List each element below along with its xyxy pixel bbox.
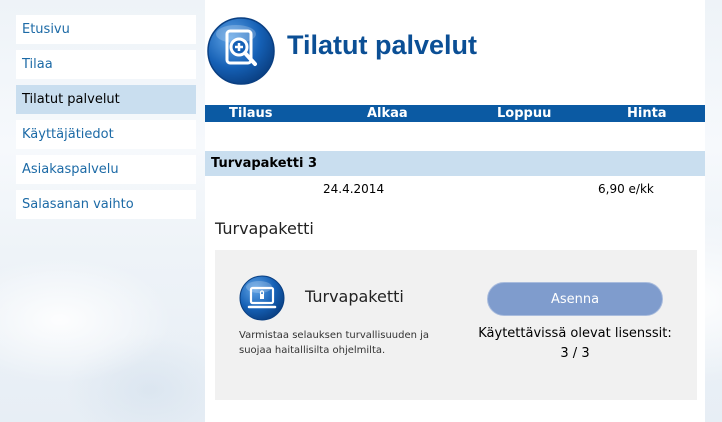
page-title: Tilatut palvelut (287, 30, 478, 60)
sidebar-item-kayttajatiedot[interactable]: Käyttäjätiedot (16, 120, 196, 149)
order-title: Turvapaketti 3 (205, 151, 705, 176)
sidebar-item-tilaa[interactable]: Tilaa (16, 50, 196, 79)
column-header-hinta: Hinta (627, 106, 667, 121)
sidebar-item-salasanan-vaihto[interactable]: Salasanan vaihto (16, 190, 196, 219)
magnify-plus-icon (207, 17, 275, 85)
table-header: Tilaus Alkaa Loppuu Hinta (205, 105, 705, 122)
sidebar-item-etusivu[interactable]: Etusivu (16, 15, 196, 44)
main-content: Tilatut palvelut Tilaus Alkaa Loppuu Hin… (205, 0, 705, 422)
product-description: Varmistaa selauksen turvallisuuden ja su… (239, 330, 430, 356)
order-price: 6,90 e/kk (598, 182, 654, 196)
column-header-tilaus: Tilaus (229, 106, 273, 121)
product-name: Turvapaketti (305, 287, 404, 306)
sidebar-item-asiakaspalvelu[interactable]: Asiakaspalvelu (16, 155, 196, 184)
column-header-loppuu: Loppuu (497, 106, 552, 121)
sidebar-nav: Etusivu Tilaa Tilatut palvelut Käyttäjät… (16, 15, 196, 225)
order-start-date: 24.4.2014 (323, 182, 385, 196)
product-card: Turvapaketti Varmistaa selauksen turvall… (215, 250, 697, 400)
sidebar-item-tilatut-palvelut[interactable]: Tilatut palvelut (16, 85, 196, 114)
column-header-alkaa: Alkaa (367, 106, 408, 121)
section-title: Turvapaketti (215, 219, 314, 238)
install-button[interactable]: Asenna (487, 282, 663, 316)
monitor-lock-icon (239, 275, 285, 321)
license-count: Käytettävissä olevat lisenssit: 3 / 3 (478, 326, 672, 361)
